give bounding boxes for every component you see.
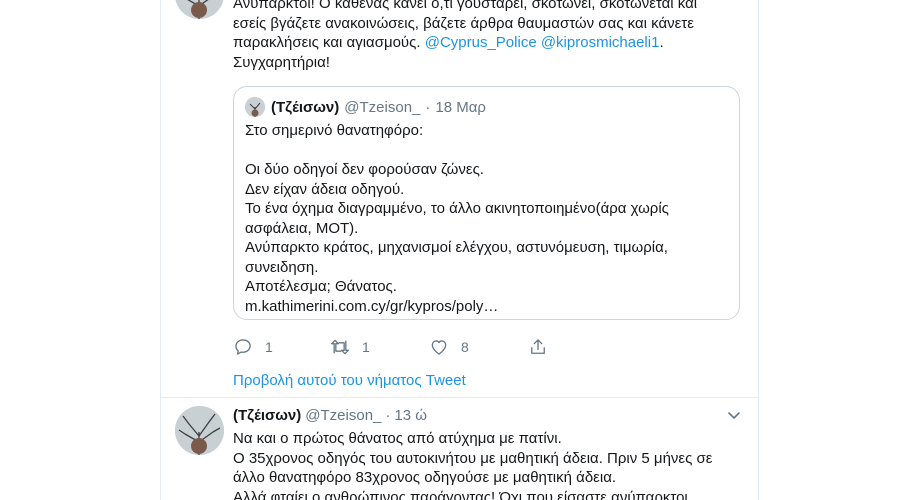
tweet-menu-button[interactable] xyxy=(724,405,744,425)
tweet-text-line: Να και ο πρώτος θάνατος από ατύχημα με π… xyxy=(233,430,562,447)
tweet-text-line: παρακλήσεις και αγιασμούς. @Cyprus_Polic… xyxy=(233,33,743,53)
quoted-text-line: Το ένα όχημα διαγραμμένο, το άλλο ακινητ… xyxy=(245,200,669,217)
avatar[interactable] xyxy=(175,406,224,455)
retweet-count: 1 xyxy=(362,339,370,355)
chevron-down-icon xyxy=(728,412,740,419)
reply-count: 1 xyxy=(265,339,273,355)
tweet-text-line: Συγχαρητήρια! xyxy=(233,53,330,71)
tweet-text-line: Αλλά φταίει ο ανθρώπινος παράγοντας! Όχι… xyxy=(233,488,688,500)
tweet-text-line: Ανύπαρκτοι! Ο καθένας κάνει ό,τι γουστάρ… xyxy=(233,0,698,12)
quoted-text-line: ασφάλεια, ΜΟΤ). xyxy=(245,219,359,237)
retweet-button[interactable]: 1 xyxy=(330,336,370,358)
timeline-right-border xyxy=(758,0,759,500)
quoted-tweet-header: (Τζέισων) @Tzeison_ · 18 Μαρ xyxy=(245,97,486,117)
reply-icon xyxy=(235,339,251,355)
like-count: 8 xyxy=(461,339,469,355)
quoted-timestamp: 18 Μαρ xyxy=(435,98,486,116)
quoted-text-line: Στο σημερινό θανατηφόρο: xyxy=(245,122,424,139)
quoted-author-handle: @Tzeison_ xyxy=(344,98,421,116)
tweet-text-fragment: παρακλήσεις και αγιασμούς. xyxy=(233,34,421,51)
author-name[interactable]: (Τζέισων) xyxy=(233,407,301,424)
heart-icon xyxy=(431,340,447,355)
quoted-avatar xyxy=(245,97,265,117)
quoted-text-line: Ανύπαρκτο κράτος, μηχανισμοί ελέγχου, ασ… xyxy=(245,239,668,256)
quoted-text-line: Αποτέλεσμα; Θάνατος. xyxy=(245,278,397,295)
tweet-text-line: εσείς βγάζετε ανακοινώσεις, βάζετε άρθρα… xyxy=(233,14,694,32)
mention-link-cyprus-police[interactable]: @Cyprus_Police xyxy=(425,34,537,51)
share-button[interactable] xyxy=(528,336,560,358)
reply-button[interactable]: 1 xyxy=(233,336,273,358)
show-thread-link[interactable]: Προβολή αυτού του νήματος Tweet xyxy=(233,372,466,389)
quoted-link-text[interactable]: m.kathimerini.com.cy/gr/kypros/poly… xyxy=(245,297,669,317)
quoted-text-line: Οι δύο οδηγοί δεν φορούσαν ζώνες. xyxy=(245,161,484,178)
quoted-author-name: (Τζέισων) xyxy=(271,98,340,116)
like-button[interactable]: 8 xyxy=(429,336,469,358)
quoted-tweet-text: Στο σημερινό θανατηφόρο: Οι δύο οδηγοί δ… xyxy=(245,121,669,316)
separator-dot: · xyxy=(425,98,431,116)
share-icon xyxy=(531,339,545,354)
author-handle[interactable]: @Tzeison_ xyxy=(305,407,381,424)
tweet-text-fragment: . xyxy=(659,34,664,51)
tweet-actions: 1 1 8 xyxy=(233,336,563,358)
timeline: Ανύπαρκτοι! Ο καθένας κάνει ό,τι γουστάρ… xyxy=(0,0,900,500)
separator-dot: · xyxy=(385,406,391,424)
tweet-text: Να και ο πρώτος θάνατος από ατύχημα με π… xyxy=(233,429,743,500)
tweet-divider xyxy=(161,397,758,398)
tweet-text-line: Ο 35χρονος οδηγός του αυτοκινήτου με μαθ… xyxy=(233,449,713,467)
quoted-text-line: συνειδηση. xyxy=(245,258,319,276)
tweet-text-line: άλλο θανατηφόρο 83χρονος οδηγούσε με μαθ… xyxy=(233,469,617,486)
timeline-left-border xyxy=(160,0,161,500)
quoted-text-line: Δεν είχαν άδεια οδηγού. xyxy=(245,180,405,198)
avatar[interactable] xyxy=(175,0,224,19)
tweet-timestamp[interactable]: 13 ώ xyxy=(394,407,427,424)
mention-link-kiprosmichaeli1[interactable]: @kiprosmichaeli1 xyxy=(541,34,660,51)
tweet-header: (Τζέισων) @Tzeison_ · 13 ώ xyxy=(233,405,427,425)
quoted-tweet[interactable]: (Τζέισων) @Tzeison_ · 18 Μαρ Στο σημεριν… xyxy=(233,86,740,320)
tweet-text: Ανύπαρκτοι! Ο καθένας κάνει ό,τι γουστάρ… xyxy=(233,0,743,72)
quoted-text-blank-line xyxy=(245,141,669,161)
retweet-icon xyxy=(331,339,349,355)
